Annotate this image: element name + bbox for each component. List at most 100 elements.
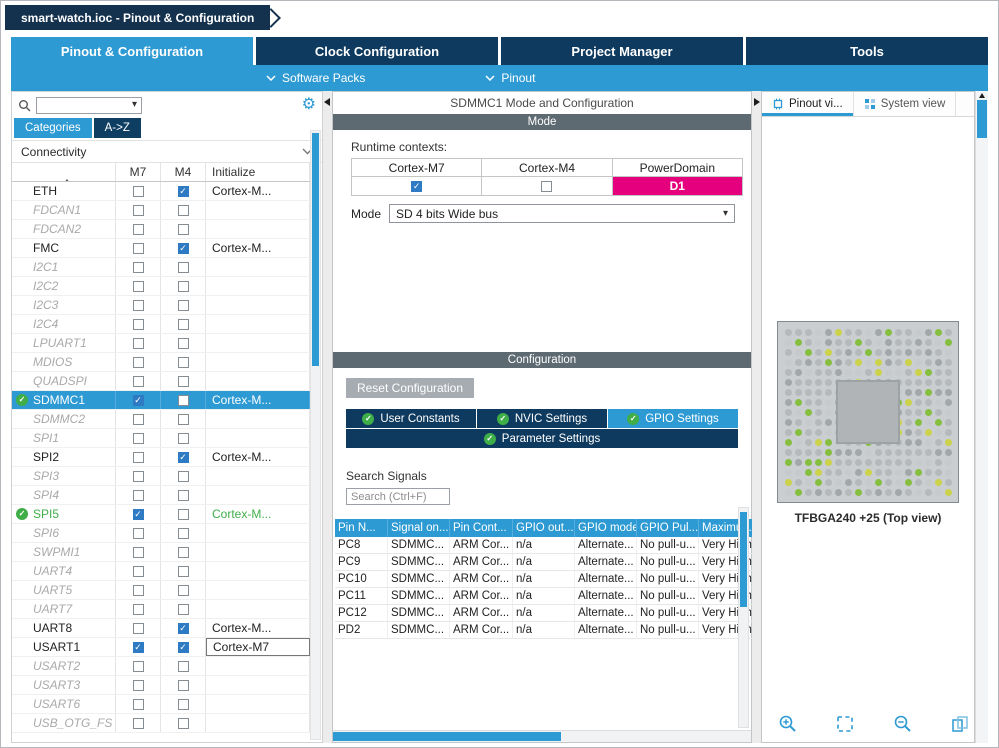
gpio-col-header[interactable]: GPIO Pul...	[637, 519, 699, 537]
bga-ball[interactable]	[934, 368, 942, 376]
bga-ball[interactable]	[824, 398, 832, 406]
signal-search-input[interactable]	[346, 488, 450, 505]
bga-ball[interactable]	[804, 328, 812, 336]
m7-checkbox[interactable]	[132, 584, 144, 596]
bga-ball[interactable]	[844, 478, 852, 486]
bga-ball[interactable]	[794, 438, 802, 446]
bga-ball[interactable]	[784, 348, 792, 356]
bga-ball[interactable]	[794, 368, 802, 376]
bga-ball[interactable]	[814, 488, 822, 496]
bga-ball[interactable]	[804, 488, 812, 496]
cortex-m4-checkbox[interactable]	[541, 180, 553, 192]
tab-nvic-settings[interactable]: NVIC Settings	[477, 409, 607, 428]
bga-ball[interactable]	[884, 478, 892, 486]
horizontal-scrollbar[interactable]	[333, 730, 751, 742]
bga-ball[interactable]	[914, 408, 922, 416]
bga-ball[interactable]	[944, 478, 952, 486]
bga-ball[interactable]	[944, 418, 952, 426]
bga-ball[interactable]	[834, 448, 842, 456]
bga-ball[interactable]	[944, 468, 952, 476]
peripheral-row[interactable]: I2C3	[12, 296, 310, 315]
bga-ball[interactable]	[874, 358, 882, 366]
initialize-cell[interactable]: Cortex-M7	[206, 638, 310, 656]
gpio-col-header[interactable]: GPIO out...	[513, 519, 575, 537]
m4-checkbox[interactable]	[177, 413, 189, 425]
bga-ball[interactable]	[814, 458, 822, 466]
bga-ball[interactable]	[894, 478, 902, 486]
bga-ball[interactable]	[904, 338, 912, 346]
tab-tools[interactable]: Tools	[746, 37, 988, 65]
bga-ball[interactable]	[854, 488, 862, 496]
m4-checkbox[interactable]	[177, 356, 189, 368]
peripheral-row[interactable]: I2C2	[12, 277, 310, 296]
bga-ball[interactable]	[914, 358, 922, 366]
peripheral-row[interactable]: SPI2 Cortex-M...	[12, 448, 310, 467]
m4-checkbox[interactable]	[177, 337, 189, 349]
m7-checkbox[interactable]	[132, 261, 144, 273]
bga-ball[interactable]	[864, 368, 872, 376]
col-m4[interactable]: M4	[161, 163, 206, 181]
peripheral-row[interactable]: SWPMI1	[12, 543, 310, 562]
m4-checkbox[interactable]	[177, 242, 189, 254]
bga-ball[interactable]	[804, 418, 812, 426]
m4-checkbox[interactable]	[177, 223, 189, 235]
m7-checkbox[interactable]	[132, 641, 144, 653]
bga-ball[interactable]	[784, 378, 792, 386]
m7-checkbox[interactable]	[132, 299, 144, 311]
bga-ball[interactable]	[814, 348, 822, 356]
bga-ball[interactable]	[794, 408, 802, 416]
bga-ball[interactable]	[824, 438, 832, 446]
bga-ball[interactable]	[904, 398, 912, 406]
m7-checkbox[interactable]	[132, 527, 144, 539]
bga-ball[interactable]	[924, 408, 932, 416]
connectivity-section-header[interactable]: Connectivity	[12, 140, 322, 163]
bga-ball[interactable]	[794, 418, 802, 426]
bga-ball[interactable]	[794, 398, 802, 406]
m4-checkbox[interactable]	[177, 546, 189, 558]
bga-ball[interactable]	[834, 368, 842, 376]
bga-ball[interactable]	[804, 428, 812, 436]
bga-ball[interactable]	[914, 348, 922, 356]
bga-ball[interactable]	[894, 348, 902, 356]
bga-ball[interactable]	[864, 328, 872, 336]
bga-ball[interactable]	[824, 408, 832, 416]
bga-ball[interactable]	[914, 328, 922, 336]
m7-checkbox[interactable]	[132, 622, 144, 634]
bga-ball[interactable]	[794, 348, 802, 356]
bga-ball[interactable]	[894, 458, 902, 466]
zoom-in-icon[interactable]	[778, 714, 798, 734]
bga-ball[interactable]	[934, 408, 942, 416]
bga-ball[interactable]	[914, 418, 922, 426]
m7-checkbox[interactable]	[132, 356, 144, 368]
peripheral-row[interactable]: SPI4	[12, 486, 310, 505]
bga-ball[interactable]	[844, 358, 852, 366]
gpio-table-row[interactable]: PC9 SDMMC... ARM Cor... n/a Alternate... No p…	[335, 554, 756, 571]
bga-ball[interactable]	[944, 368, 952, 376]
bga-ball[interactable]	[784, 438, 792, 446]
bga-ball[interactable]	[934, 458, 942, 466]
m4-checkbox[interactable]	[177, 280, 189, 292]
bga-ball[interactable]	[904, 448, 912, 456]
bga-ball[interactable]	[834, 458, 842, 466]
bga-ball[interactable]	[824, 488, 832, 496]
bga-ball[interactable]	[944, 428, 952, 436]
right-scrollbar[interactable]	[975, 91, 988, 743]
bga-ball[interactable]	[814, 468, 822, 476]
col-peripheral[interactable]	[12, 163, 116, 181]
bga-ball[interactable]	[804, 368, 812, 376]
bga-ball[interactable]	[784, 408, 792, 416]
bga-ball[interactable]	[834, 328, 842, 336]
pinout-canvas[interactable]: TFBGA240 +25 (Top view)	[762, 117, 974, 742]
bga-ball[interactable]	[904, 328, 912, 336]
zoom-out-icon[interactable]	[893, 714, 913, 734]
bga-ball[interactable]	[914, 448, 922, 456]
scrollbar-thumb[interactable]	[977, 100, 987, 138]
bga-ball[interactable]	[784, 448, 792, 456]
bga-ball[interactable]	[924, 338, 932, 346]
bga-ball[interactable]	[874, 468, 882, 476]
bga-ball[interactable]	[804, 378, 812, 386]
peripheral-row[interactable]: USART1 Cortex-M7	[12, 638, 310, 657]
m4-checkbox[interactable]	[177, 299, 189, 311]
bga-ball[interactable]	[864, 488, 872, 496]
tab-gpio-settings[interactable]: GPIO Settings	[608, 409, 738, 428]
